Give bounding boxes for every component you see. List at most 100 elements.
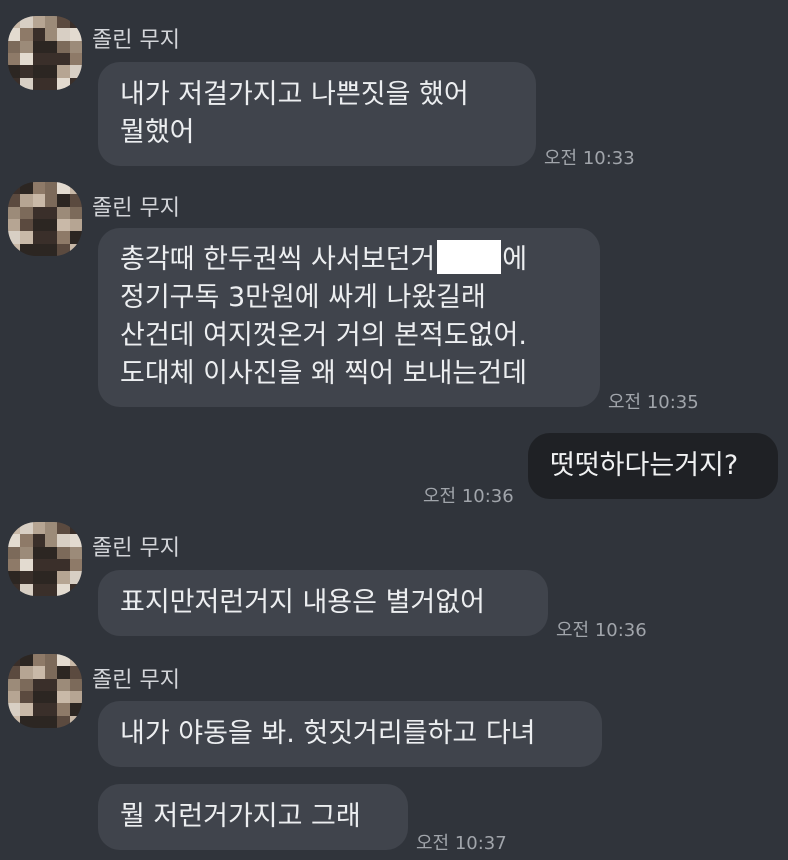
avatar-pixel: [8, 77, 21, 90]
avatar-pixel: [44, 206, 58, 219]
avatar-pixel: [32, 666, 45, 679]
avatar-pixel: [44, 40, 58, 53]
avatar-pixel: [20, 16, 33, 29]
sender-name: 졸린 무지: [92, 28, 180, 53]
message-time: 오전 10:36: [556, 620, 647, 641]
avatar-pixel: [20, 703, 33, 716]
avatar-pixel: [32, 194, 45, 207]
message-bubble[interactable]: 뭘 저런거가지고 그래: [98, 784, 408, 850]
avatar-pixel: [69, 243, 82, 256]
avatar-pixel: [69, 703, 82, 716]
avatar-pixel: [8, 534, 21, 547]
avatar-pixel: [69, 182, 82, 195]
avatar-pixel: [44, 678, 58, 691]
avatar-pixel: [44, 583, 58, 596]
avatar-pixel: [20, 206, 33, 219]
avatar-pixel: [69, 690, 82, 704]
avatar-pixel: [8, 546, 21, 559]
avatar-pixel: [32, 690, 45, 704]
avatar-pixel: [32, 583, 45, 596]
avatar-pixel: [69, 206, 82, 219]
avatar-pixel: [32, 231, 45, 244]
avatar-pixel: [8, 678, 21, 691]
avatar-pixel: [57, 40, 70, 53]
avatar-pixel: [8, 182, 21, 195]
avatar-pixel: [57, 715, 70, 728]
avatar-pixel: [20, 218, 33, 232]
avatar-pixel: [69, 583, 82, 596]
avatar-pixel: [32, 654, 45, 667]
message-text: 표지만저런거지 내용은 별거없어: [120, 587, 485, 618]
message-time: 오전 10:33: [544, 148, 635, 169]
avatar-pixel: [8, 654, 21, 667]
avatar-pixel: [8, 703, 21, 716]
my-message-bubble[interactable]: 떳떳하다는거지?: [528, 433, 778, 499]
avatar[interactable]: [8, 16, 82, 90]
message-text: 정기구독 3만원에 싸게 나왔길래 산건데 여지껏온거 거의 본적도없어. 도대…: [120, 282, 527, 389]
avatar-pixel: [8, 40, 21, 53]
avatar-pixel: [69, 534, 82, 547]
avatar-pixel: [57, 16, 70, 29]
avatar-pixel: [69, 571, 82, 584]
avatar-pixel: [32, 534, 45, 547]
message-text: 총각때 한두권씩 사서보던거: [120, 244, 436, 275]
avatar-pixel: [44, 65, 58, 78]
avatar-pixel: [57, 243, 70, 256]
avatar-pixel: [44, 558, 58, 572]
avatar-pixel: [69, 65, 82, 78]
message-time: 오전 10:36: [423, 486, 514, 507]
avatar-pixel: [44, 703, 58, 716]
avatar-pixel: [44, 77, 58, 90]
avatar-pixel: [32, 206, 45, 219]
avatar-pixel: [8, 194, 21, 207]
avatar-pixel: [8, 52, 21, 66]
avatar-pixel: [32, 546, 45, 559]
avatar-pixel: [32, 28, 45, 41]
message-bubble[interactable]: 내가 저걸가지고 나쁜짓을 했어 뭘했어: [98, 62, 536, 166]
avatar-pixel: [20, 583, 33, 596]
avatar-pixel: [8, 206, 21, 219]
avatar-pixel: [44, 715, 58, 728]
avatar-pixel: [69, 666, 82, 679]
avatar-pixel: [44, 666, 58, 679]
avatar-pixel: [20, 558, 33, 572]
avatar-pixel: [57, 571, 70, 584]
avatar-pixel: [20, 654, 33, 667]
avatar-pixel: [8, 571, 21, 584]
avatar-pixel: [57, 182, 70, 195]
avatar-pixel: [32, 715, 45, 728]
avatar-pixel: [32, 571, 45, 584]
avatar-pixel: [32, 52, 45, 66]
avatar-pixel: [8, 666, 21, 679]
avatar-pixel: [69, 16, 82, 29]
avatar-pixel: [20, 715, 33, 728]
avatar-pixel: [32, 558, 45, 572]
message-bubble[interactable]: 표지만저런거지 내용은 별거없어: [98, 570, 548, 636]
avatar-pixel: [32, 40, 45, 53]
avatar[interactable]: [8, 654, 82, 728]
avatar-pixel: [69, 194, 82, 207]
avatar-pixel: [20, 231, 33, 244]
avatar-pixel: [57, 678, 70, 691]
avatar-pixel: [8, 558, 21, 572]
avatar-pixel: [32, 703, 45, 716]
avatar-pixel: [69, 52, 82, 66]
avatar-pixel: [44, 571, 58, 584]
avatar-pixel: [57, 534, 70, 547]
avatar-pixel: [69, 28, 82, 41]
avatar-pixel: [57, 52, 70, 66]
avatar-pixel: [20, 243, 33, 256]
avatar-pixel: [32, 522, 45, 535]
message-time: 오전 10:35: [608, 392, 699, 413]
avatar[interactable]: [8, 182, 82, 256]
message-bubble[interactable]: 내가 야동을 봐. 헛짓거리를하고 다녀: [98, 701, 602, 767]
sender-name: 졸린 무지: [92, 668, 180, 693]
avatar[interactable]: [8, 522, 82, 596]
avatar-pixel: [57, 218, 70, 232]
avatar-pixel: [32, 678, 45, 691]
avatar-pixel: [20, 690, 33, 704]
message-bubble[interactable]: 총각때 한두권씩 사서보던거 에 정기구독 3만원에 싸게 나왔길래 산건데 여지…: [98, 228, 600, 407]
avatar-pixel: [32, 243, 45, 256]
avatar-pixel: [57, 654, 70, 667]
avatar-pixel: [8, 522, 21, 535]
